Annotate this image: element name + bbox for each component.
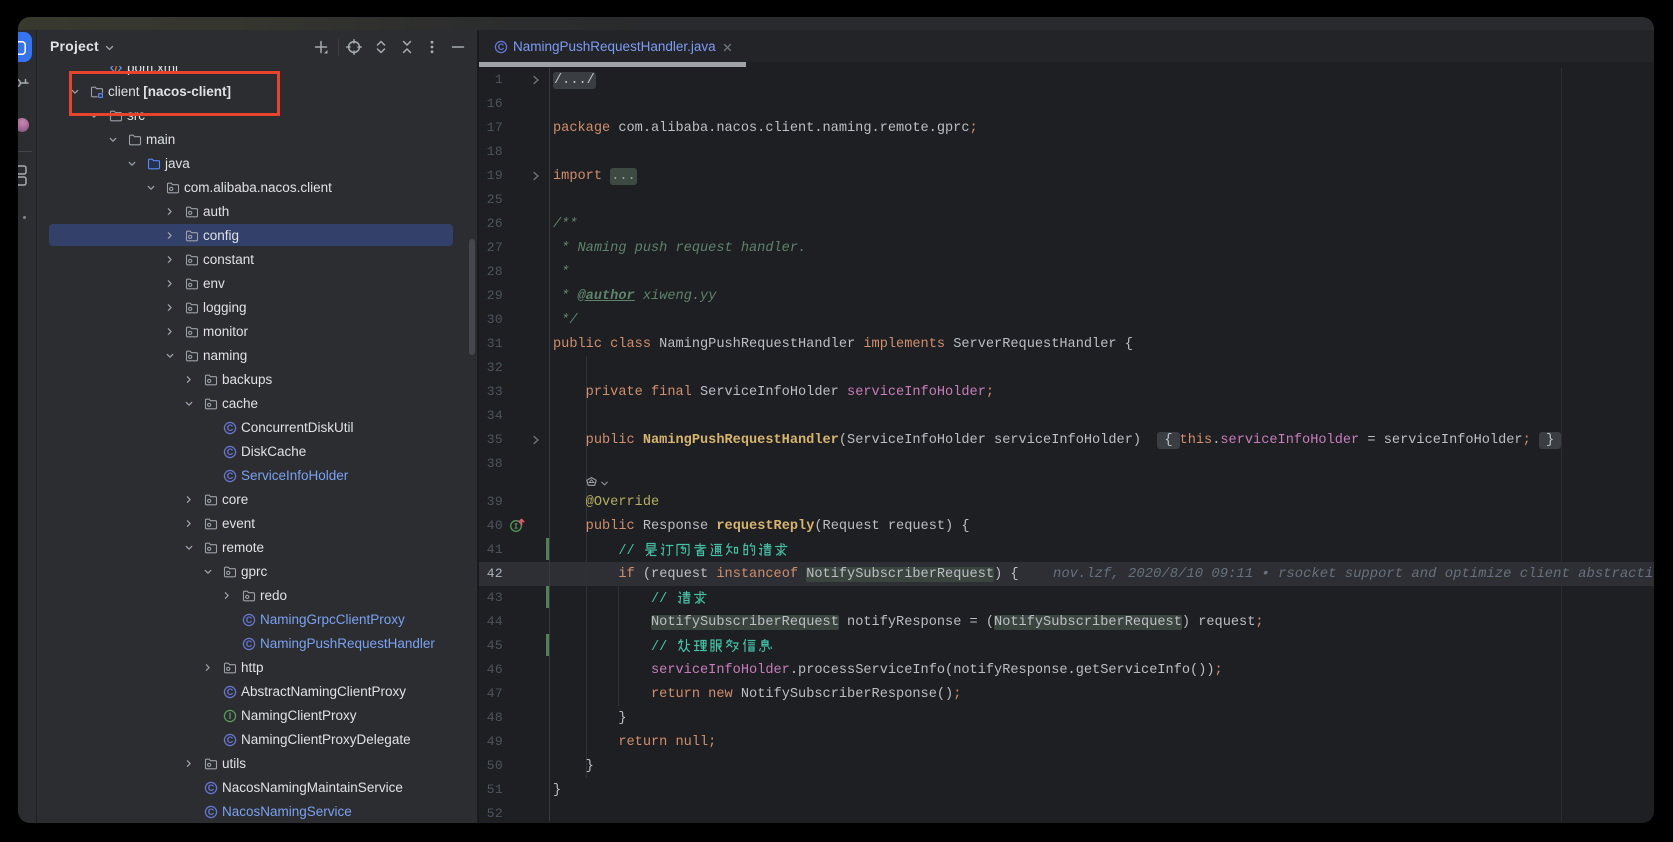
svg-text:I: I — [229, 711, 232, 721]
svg-text:C: C — [246, 639, 253, 649]
svg-text:C: C — [227, 471, 234, 481]
svg-text:C: C — [498, 42, 505, 52]
svg-text:C: C — [208, 807, 215, 817]
svg-text:C: C — [227, 447, 234, 457]
svg-text:C: C — [227, 735, 234, 745]
svg-text:C: C — [246, 615, 253, 625]
svg-text:C: C — [227, 687, 234, 697]
svg-text:C: C — [227, 423, 234, 433]
svg-text:C: C — [208, 783, 215, 793]
